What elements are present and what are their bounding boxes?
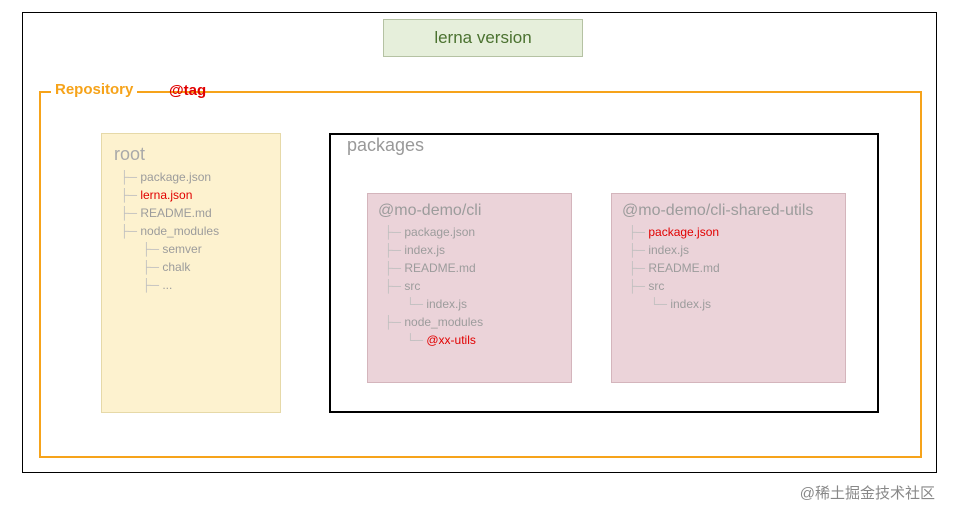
outer-frame: lerna version Repository @tag root ├─ pa… [22, 12, 937, 473]
tree-item: ├─ README.md [628, 259, 835, 277]
repository-box: Repository @tag root ├─ package.json├─ l… [39, 91, 922, 458]
tree-item: ├─ lerna.json [120, 186, 268, 204]
repository-label: Repository [51, 81, 137, 98]
tree-item: └─ index.js [384, 295, 561, 313]
tree-item: ├─ package.json [384, 223, 561, 241]
tree-item: └─ index.js [628, 295, 835, 313]
root-tree: ├─ package.json├─ lerna.json├─ README.md… [114, 168, 268, 294]
command-text: lerna version [434, 28, 531, 48]
tree-item: ├─ node_modules [120, 222, 268, 240]
package-cli-title: @mo-demo/cli [378, 202, 561, 220]
tree-item: ├─ src [628, 277, 835, 295]
tree-item: ├─ ... [120, 276, 268, 294]
tree-item: ├─ package.json [120, 168, 268, 186]
package-shared-utils-tree: ├─ package.json├─ index.js├─ README.md├─… [622, 223, 835, 313]
package-shared-utils: @mo-demo/cli-shared-utils ├─ package.jso… [611, 193, 846, 383]
tree-item: ├─ semver [120, 240, 268, 258]
root-box: root ├─ package.json├─ lerna.json├─ READ… [101, 133, 281, 413]
package-cli-tree: ├─ package.json├─ index.js├─ README.md├─… [378, 223, 561, 349]
tree-item: ├─ src [384, 277, 561, 295]
tree-item: ├─ index.js [628, 241, 835, 259]
tree-item: ├─ index.js [384, 241, 561, 259]
command-box: lerna version [383, 19, 583, 57]
tree-item: ├─ package.json [628, 223, 835, 241]
tree-item: ├─ README.md [384, 259, 561, 277]
packages-label: packages [343, 133, 428, 158]
tree-item: ├─ chalk [120, 258, 268, 276]
tree-item: ├─ README.md [120, 204, 268, 222]
tree-item: └─ @xx-utils [384, 331, 561, 349]
package-cli: @mo-demo/cli ├─ package.json├─ index.js├… [367, 193, 572, 383]
package-shared-utils-title: @mo-demo/cli-shared-utils [622, 202, 835, 220]
tree-item: ├─ node_modules [384, 313, 561, 331]
watermark: @稀土掘金技术社区 [800, 482, 935, 503]
root-title: root [114, 144, 268, 165]
packages-box: packages @mo-demo/cli ├─ package.json├─ … [329, 133, 879, 413]
tag-label: @tag [169, 82, 206, 99]
